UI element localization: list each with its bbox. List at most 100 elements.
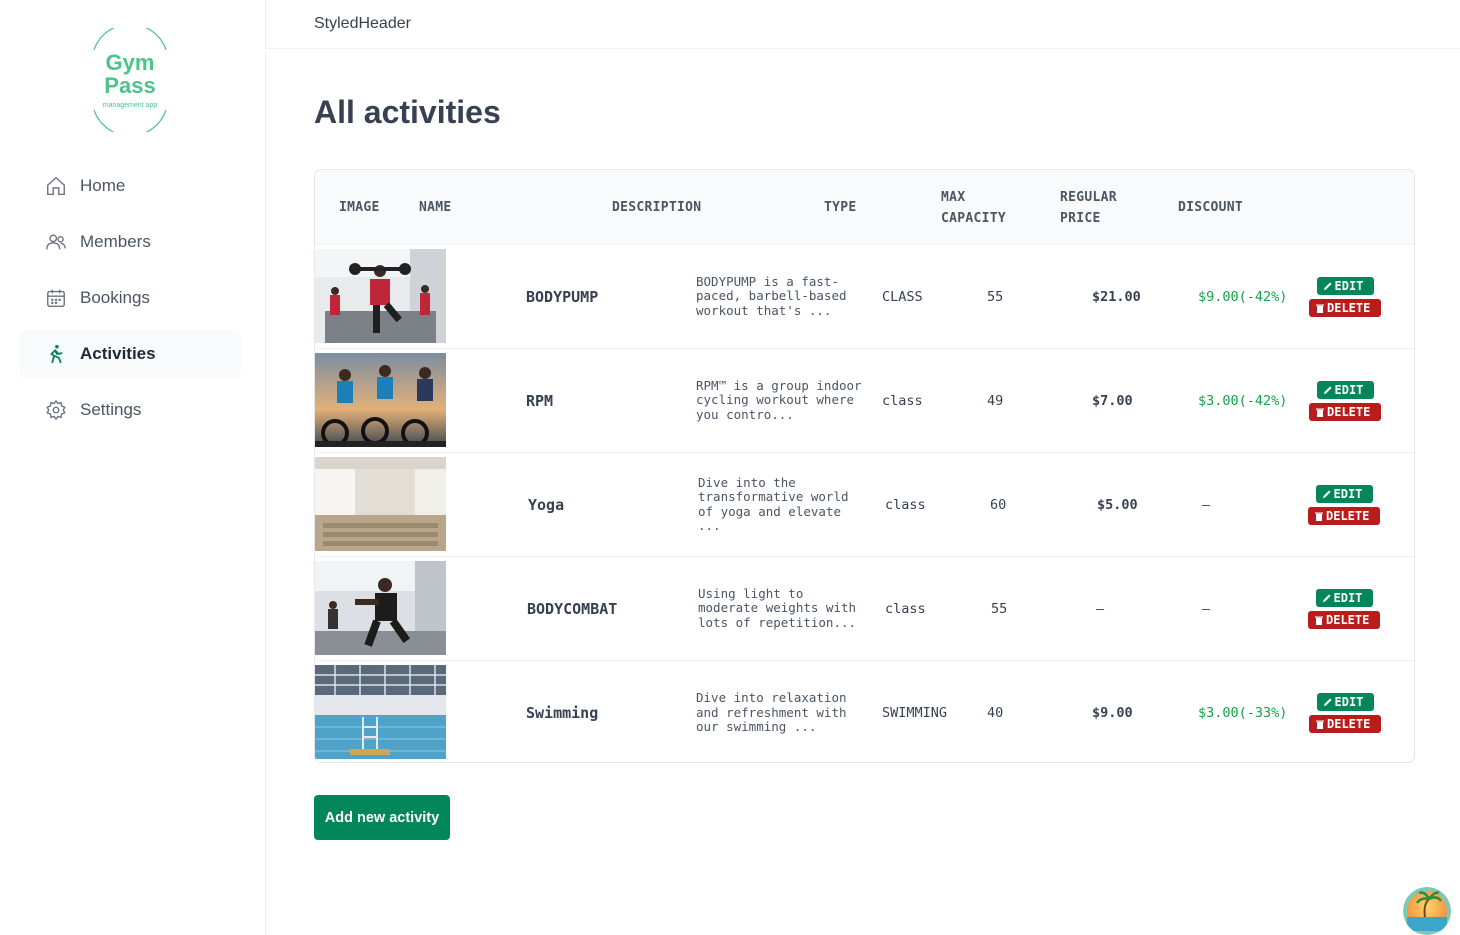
row-actions: EDIT DELETE <box>1309 349 1381 452</box>
row-actions: EDIT DELETE <box>1308 453 1380 556</box>
activity-image <box>315 457 446 551</box>
activity-name: BODYPUMP <box>526 287 599 306</box>
activity-capacity: 60 <box>990 496 1007 513</box>
activity-discount: – <box>1202 600 1211 617</box>
edit-button[interactable]: EDIT <box>1315 588 1373 607</box>
edit-button[interactable]: EDIT <box>1316 693 1374 711</box>
trash-icon <box>1315 616 1323 625</box>
sidebar-item-bookings[interactable]: Bookings <box>20 274 241 322</box>
sidebar-item-settings[interactable]: Settings <box>20 386 241 434</box>
sidebar-item-label: Settings <box>80 400 142 419</box>
svg-text:Gym: Gym <box>106 50 155 75</box>
row-actions: EDIT DELETE <box>1309 245 1381 348</box>
gympass-logo[interactable]: Gym Pass management app <box>88 23 172 137</box>
svg-text:Pass: Pass <box>104 73 155 98</box>
delete-button[interactable]: DELETE <box>1308 610 1380 629</box>
sidebar-item-label: Members <box>80 232 151 251</box>
sidebar-item-activities[interactable]: Activities <box>20 330 241 378</box>
edit-button[interactable]: EDIT <box>1315 484 1373 503</box>
members-icon <box>46 234 66 250</box>
table-row: BODYCOMBAT Using light to moderate weigh… <box>315 557 1414 661</box>
table-row: Yoga Dive into the transformative world … <box>315 453 1414 557</box>
activity-price: $7.00 <box>1092 392 1133 409</box>
activity-name: Swimming <box>526 704 599 722</box>
sidebar-item-members[interactable]: Members <box>20 218 241 266</box>
gear-icon <box>46 399 66 421</box>
edit-button[interactable]: EDIT <box>1316 380 1374 399</box>
activity-image <box>315 249 446 343</box>
sidebar-item-label: Bookings <box>80 288 150 307</box>
column-header-max-capacity: MAX CAPACITY <box>941 190 1007 226</box>
activity-price: $5.00 <box>1097 496 1138 513</box>
activity-capacity: 55 <box>987 288 1004 305</box>
sidebar-item-label: Home <box>80 176 126 195</box>
trash-icon <box>1316 304 1324 313</box>
delete-button[interactable]: DELETE <box>1309 298 1381 317</box>
activity-description: Using light to moderate weights with lot… <box>698 585 857 630</box>
activity-icon <box>50 344 63 364</box>
column-header-description: DESCRIPTION <box>612 200 702 215</box>
pencil-icon <box>1322 594 1330 602</box>
add-activity-button[interactable]: Add new activity <box>314 795 450 840</box>
table-row: BODYPUMP BODYPUMP is a fast- paced, barb… <box>315 245 1414 349</box>
pencil-icon <box>1322 490 1330 498</box>
activity-discount: – <box>1202 496 1211 513</box>
sidebar-item-home[interactable]: Home <box>20 162 241 210</box>
delete-button[interactable]: DELETE <box>1309 715 1381 733</box>
activity-name: RPM <box>526 391 554 410</box>
svg-text:management app: management app <box>103 102 158 109</box>
activity-name: Yoga <box>528 495 565 514</box>
sidebar: Gym Pass management app Home Members Boo… <box>0 0 266 935</box>
activity-capacity: 49 <box>987 392 1004 409</box>
trash-icon <box>1315 512 1323 521</box>
column-header-discount: DISCOUNT <box>1178 200 1244 215</box>
activity-name: BODYCOMBAT <box>527 599 618 618</box>
activity-type: SWIMMING <box>882 705 948 721</box>
table-row: RPM RPM™ is a group indoor cycling worko… <box>315 349 1414 453</box>
home-icon <box>47 176 65 195</box>
pencil-icon <box>1323 698 1331 706</box>
activities-table: IMAGE NAME DESCRIPTION TYPE MAX CAPACITY … <box>314 169 1415 763</box>
pencil-icon <box>1323 282 1331 290</box>
activity-discount: $3.00(-42%) <box>1198 392 1288 409</box>
sidebar-item-label: Activities <box>80 344 156 363</box>
activity-capacity: 40 <box>987 705 1004 721</box>
activity-discount: $9.00(-42%) <box>1198 288 1288 305</box>
activity-description: BODYPUMP is a fast- paced, barbell-based… <box>696 273 847 318</box>
column-header-name: NAME <box>419 200 452 215</box>
table-row: Swimming Dive into relaxation and refres… <box>315 661 1414 762</box>
trash-icon <box>1316 720 1324 729</box>
edit-button[interactable]: EDIT <box>1316 276 1374 295</box>
header-title: StyledHeader <box>314 15 411 32</box>
delete-button[interactable]: DELETE <box>1309 402 1381 421</box>
activity-discount: $3.00(-33%) <box>1198 705 1288 721</box>
page-title: All activities <box>314 94 501 130</box>
activity-type: class <box>882 392 923 409</box>
activity-capacity: 55 <box>991 600 1008 617</box>
activity-description: Dive into the transformative world of yo… <box>698 474 849 533</box>
calendar-icon <box>47 289 65 307</box>
row-actions: EDIT DELETE <box>1308 557 1380 660</box>
top-header: StyledHeader <box>266 0 1460 49</box>
column-header-regular-price: REGULAR PRICE <box>1060 190 1117 226</box>
activity-image <box>315 561 446 655</box>
delete-button[interactable]: DELETE <box>1308 506 1380 525</box>
activity-price: $9.00 <box>1092 705 1133 721</box>
activity-type: class <box>885 600 926 617</box>
activity-image <box>315 665 446 759</box>
column-header-image: IMAGE <box>339 200 380 215</box>
activity-description: Dive into relaxation and refreshment wit… <box>696 690 847 735</box>
table-header: IMAGE NAME DESCRIPTION TYPE MAX CAPACITY … <box>315 170 1414 245</box>
column-header-type: TYPE <box>824 200 857 215</box>
row-actions: EDIT DELETE <box>1309 661 1381 762</box>
sidebar-nav: Home Members Bookings Activities Setting… <box>20 162 241 442</box>
avatar[interactable] <box>1403 887 1451 935</box>
activity-description: RPM™ is a group indoor cycling workout w… <box>696 377 862 422</box>
trash-icon <box>1316 408 1324 417</box>
activity-type: CLASS <box>882 288 923 305</box>
pencil-icon <box>1323 386 1331 394</box>
activity-type: class <box>885 496 926 513</box>
activity-image <box>315 353 446 447</box>
activity-price: – <box>1096 600 1105 617</box>
activity-price: $21.00 <box>1092 288 1141 305</box>
